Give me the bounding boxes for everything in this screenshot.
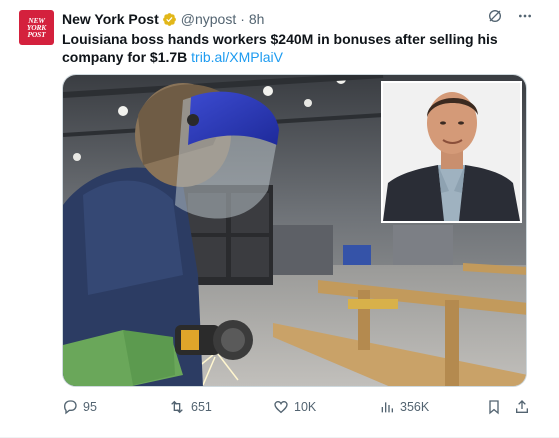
tweet-actions-bar: 95 651 10K 356K: [62, 397, 532, 417]
reply-icon: [63, 400, 77, 415]
share-button[interactable]: [514, 397, 535, 417]
avatar-text-line-3: POST: [27, 30, 46, 39]
display-name[interactable]: New York Post: [62, 11, 159, 27]
bookmark-button[interactable]: [486, 397, 507, 417]
separator-dot: ·: [240, 11, 245, 27]
tweet-media-image[interactable]: [62, 74, 527, 387]
tweet-link[interactable]: trib.al/XMPlaiV: [191, 49, 283, 65]
handle[interactable]: @nypost: [181, 11, 236, 27]
views-button[interactable]: 356K: [379, 397, 429, 417]
portrait-photo: [383, 83, 520, 221]
inset-portrait: [381, 81, 522, 223]
grok-icon[interactable]: [487, 8, 503, 24]
tweet-top-actions: [487, 8, 533, 24]
reply-count: 95: [83, 400, 97, 414]
views-icon: [381, 402, 393, 413]
share-icon: [516, 400, 528, 413]
like-icon: [274, 400, 288, 414]
tweet-card[interactable]: NEW YORK POST New York Post @nypost · 8h: [0, 0, 559, 438]
views-count: 356K: [400, 400, 430, 414]
avatar[interactable]: NEW YORK POST: [19, 10, 54, 45]
like-count: 10K: [294, 400, 317, 414]
reply-button[interactable]: 95: [62, 397, 97, 417]
like-button[interactable]: 10K: [273, 397, 316, 417]
repost-icon: [171, 400, 183, 414]
tweet-text: Louisiana boss hands workers $240M in bo…: [62, 30, 542, 66]
tweet-header: New York Post @nypost · 8h: [62, 10, 264, 28]
verified-badge-icon[interactable]: [162, 12, 177, 27]
repost-button[interactable]: 651: [168, 397, 212, 417]
more-icon[interactable]: [517, 8, 533, 24]
bookmark-icon: [489, 400, 499, 415]
timestamp[interactable]: 8h: [249, 11, 265, 27]
repost-count: 651: [191, 400, 212, 414]
